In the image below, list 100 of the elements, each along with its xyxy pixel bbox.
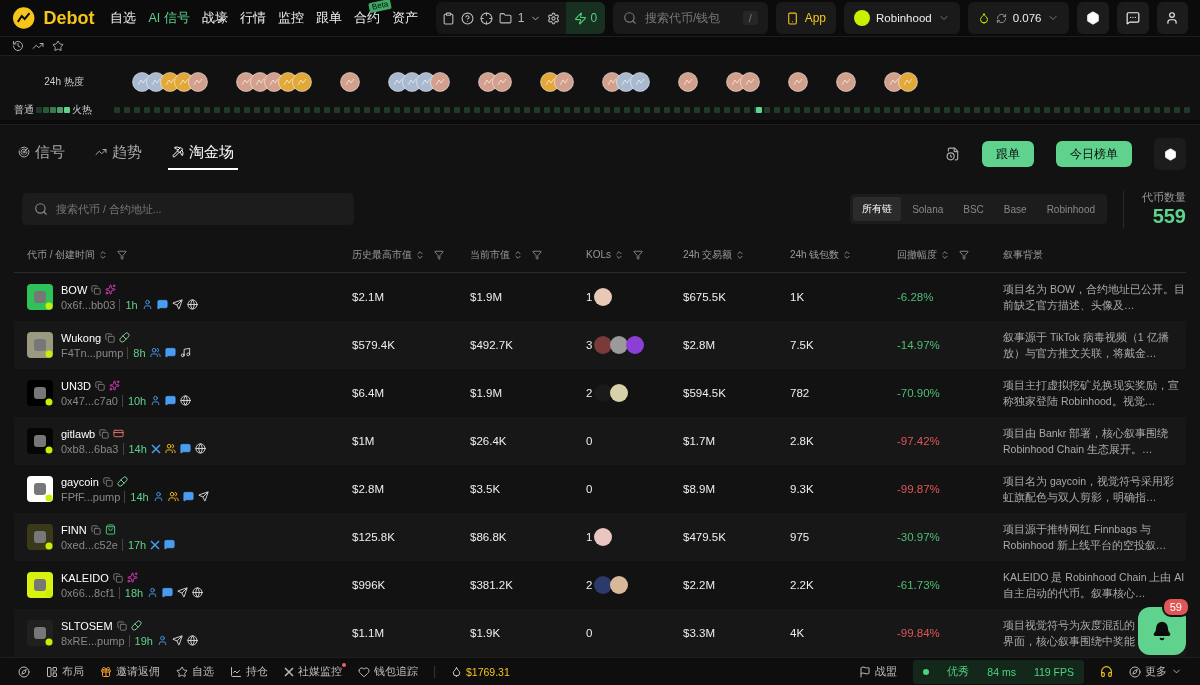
globe-icon[interactable]: [194, 443, 206, 454]
token-name[interactable]: Wukong: [61, 331, 102, 344]
chain-select[interactable]: Robinhood: [844, 2, 960, 35]
user-icon[interactable]: [147, 587, 159, 598]
settings-button[interactable]: [1077, 2, 1109, 35]
chat-icon[interactable]: [165, 395, 177, 406]
settings-button[interactable]: [1154, 138, 1186, 170]
token-name[interactable]: BOW: [61, 283, 88, 296]
user-icon[interactable]: [150, 395, 162, 406]
users-icon[interactable]: [164, 443, 176, 454]
sort-icon[interactable]: [735, 249, 746, 260]
pickaxe-icon[interactable]: [172, 146, 184, 158]
history-icon[interactable]: [12, 40, 24, 53]
compass-icon[interactable]: [18, 665, 30, 678]
globe-icon[interactable]: [180, 395, 192, 406]
column-header[interactable]: 24h 交易额: [683, 247, 733, 262]
kol-avatar[interactable]: [594, 576, 613, 594]
copy-icon[interactable]: [91, 284, 102, 295]
copy-icon[interactable]: [90, 524, 101, 535]
kol-avatar[interactable]: [610, 384, 629, 402]
copy-icon[interactable]: [116, 620, 127, 631]
gift-icon[interactable]: [100, 665, 112, 678]
layout-icon[interactable]: [46, 665, 58, 678]
crosshair-icon[interactable]: [479, 11, 493, 25]
column-header[interactable]: KOLs: [586, 249, 611, 260]
x-icon[interactable]: [150, 443, 161, 454]
chat-icon[interactable]: [179, 443, 191, 454]
chain-filter[interactable]: Robinhood: [1037, 197, 1104, 221]
chat-icon[interactable]: [162, 587, 174, 598]
users-icon[interactable]: [167, 491, 179, 502]
globe-icon[interactable]: [186, 635, 198, 646]
globe-icon[interactable]: [186, 299, 198, 310]
star-icon[interactable]: [176, 665, 188, 678]
x-icon[interactable]: [284, 666, 294, 677]
alliance-link[interactable]: 战盟: [859, 664, 898, 679]
token-name[interactable]: KALEIDO: [61, 571, 109, 584]
user-icon[interactable]: [156, 635, 168, 646]
copy-icon[interactable]: [102, 476, 113, 487]
footer-link[interactable]: 布局: [46, 664, 84, 679]
user-icon[interactable]: [152, 491, 164, 502]
footer-link[interactable]: 社媒监控: [284, 664, 342, 679]
token-name[interactable]: gitlawb: [61, 427, 96, 440]
kol-avatar[interactable]: [610, 576, 629, 594]
kol-avatar[interactable]: [594, 528, 613, 546]
gas-select[interactable]: 0.076: [967, 2, 1070, 35]
kol-avatar[interactable]: [594, 384, 613, 402]
chart-icon[interactable]: [230, 665, 242, 678]
column-header[interactable]: 历史最高市值: [352, 247, 412, 262]
kol-avatar[interactable]: [610, 336, 629, 354]
chat-icon[interactable]: [182, 491, 194, 502]
nav-link[interactable]: 监控: [275, 9, 306, 27]
chain-filter[interactable]: Base: [994, 197, 1036, 221]
settings-icon[interactable]: [547, 11, 561, 25]
column-header[interactable]: 24h 钱包数: [790, 247, 840, 262]
trending-icon[interactable]: [95, 146, 107, 158]
column-header[interactable]: 回撤幅度: [897, 247, 937, 262]
copy-icon[interactable]: [94, 380, 105, 391]
filter-icon[interactable]: [434, 249, 444, 260]
footer-link[interactable]: 自选: [176, 664, 214, 679]
telegram-icon[interactable]: [197, 491, 209, 502]
nav-link[interactable]: 行情: [237, 9, 268, 27]
chain-filter[interactable]: BSC: [954, 197, 993, 221]
sort-icon[interactable]: [842, 249, 853, 260]
chat-button[interactable]: [1117, 2, 1149, 35]
copy-icon[interactable]: [99, 428, 110, 439]
nav-link[interactable]: 自选: [108, 9, 139, 27]
filter-icon[interactable]: [959, 249, 969, 260]
clipboard-icon[interactable]: [441, 11, 455, 25]
chain-filter[interactable]: 所有链: [853, 197, 902, 221]
tab[interactable]: 趋势: [91, 138, 146, 170]
footer-link[interactable]: 钱包追踪: [358, 664, 418, 679]
sort-icon[interactable]: [513, 249, 523, 260]
telegram-icon[interactable]: [177, 587, 189, 598]
token-name[interactable]: gaycoin: [61, 475, 99, 488]
footer-link[interactable]: 邀请返佣: [100, 664, 160, 679]
column-header[interactable]: 当前市值: [470, 247, 510, 262]
nav-link[interactable]: 跟单: [313, 9, 344, 27]
token-name[interactable]: FINN: [61, 523, 87, 536]
filter-icon[interactable]: [117, 249, 128, 260]
copy-icon[interactable]: [105, 332, 116, 343]
radar-icon[interactable]: [18, 146, 30, 158]
sort-icon[interactable]: [614, 249, 624, 260]
kol-avatar[interactable]: [594, 288, 613, 306]
sort-icon[interactable]: [415, 249, 425, 260]
action-button[interactable]: 今日榜单: [1056, 141, 1132, 167]
nav-link[interactable]: 战壕: [199, 9, 230, 27]
filter-icon[interactable]: [633, 249, 643, 260]
tab[interactable]: 信号: [14, 138, 69, 170]
token-name[interactable]: SLTOSEM: [61, 619, 113, 632]
chat-icon[interactable]: [164, 539, 176, 550]
boost-button[interactable]: 0: [566, 2, 606, 35]
token-name[interactable]: UN3D: [61, 379, 91, 392]
tab[interactable]: 淘金场: [168, 138, 238, 170]
star-icon[interactable]: [52, 40, 64, 53]
chat-icon[interactable]: [156, 299, 168, 310]
kol-avatar[interactable]: [594, 336, 613, 354]
app-button[interactable]: App: [775, 2, 837, 35]
sort-icon[interactable]: [98, 249, 109, 260]
copy-icon[interactable]: [112, 572, 123, 583]
filter-icon[interactable]: [532, 249, 542, 260]
